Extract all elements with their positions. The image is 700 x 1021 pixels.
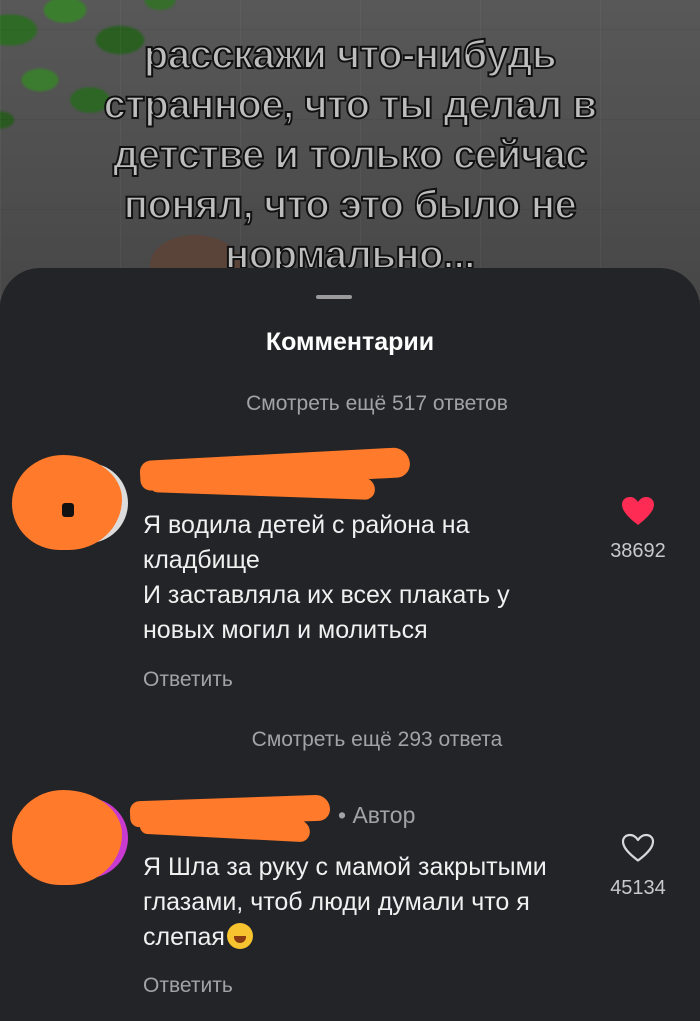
like-button[interactable]: 38692 <box>593 496 683 563</box>
sheet-drag-handle[interactable] <box>316 295 352 299</box>
reply-button[interactable]: Ответить <box>143 974 233 998</box>
comment-text: Я водила детей с района на кладбище И за… <box>143 511 510 644</box>
like-count: 45134 <box>610 877 666 899</box>
heart-outline-icon <box>621 833 655 862</box>
author-badge: • Автор <box>338 802 416 828</box>
sheet-title: Комментарии <box>265 328 435 356</box>
rolling-laughing-emoji <box>226 923 253 949</box>
comment-text-body: Я Шла за руку с мамой закрытыми глазами,… <box>143 853 547 951</box>
comments-sheet: Комментарии Смотреть ещё 517 ответов Я в… <box>0 268 700 1021</box>
heart-filled-icon <box>622 497 654 525</box>
like-count: 38692 <box>610 540 666 562</box>
view-more-replies-top[interactable]: Смотреть ещё 517 ответов <box>0 392 700 416</box>
avatar[interactable] <box>12 455 128 550</box>
avatar[interactable] <box>12 790 128 885</box>
video-caption: расскажи что-нибудь странное, что ты дел… <box>103 32 598 278</box>
video-background[interactable]: расскажи что-нибудь странное, что ты дел… <box>0 0 700 300</box>
like-button[interactable]: 45134 <box>593 833 683 900</box>
reply-button[interactable]: Ответить <box>143 668 233 692</box>
view-more-replies-middle[interactable]: Смотреть ещё 293 ответа <box>0 728 700 752</box>
comment-text: Я Шла за руку с мамой закрытыми глазами,… <box>143 850 583 955</box>
